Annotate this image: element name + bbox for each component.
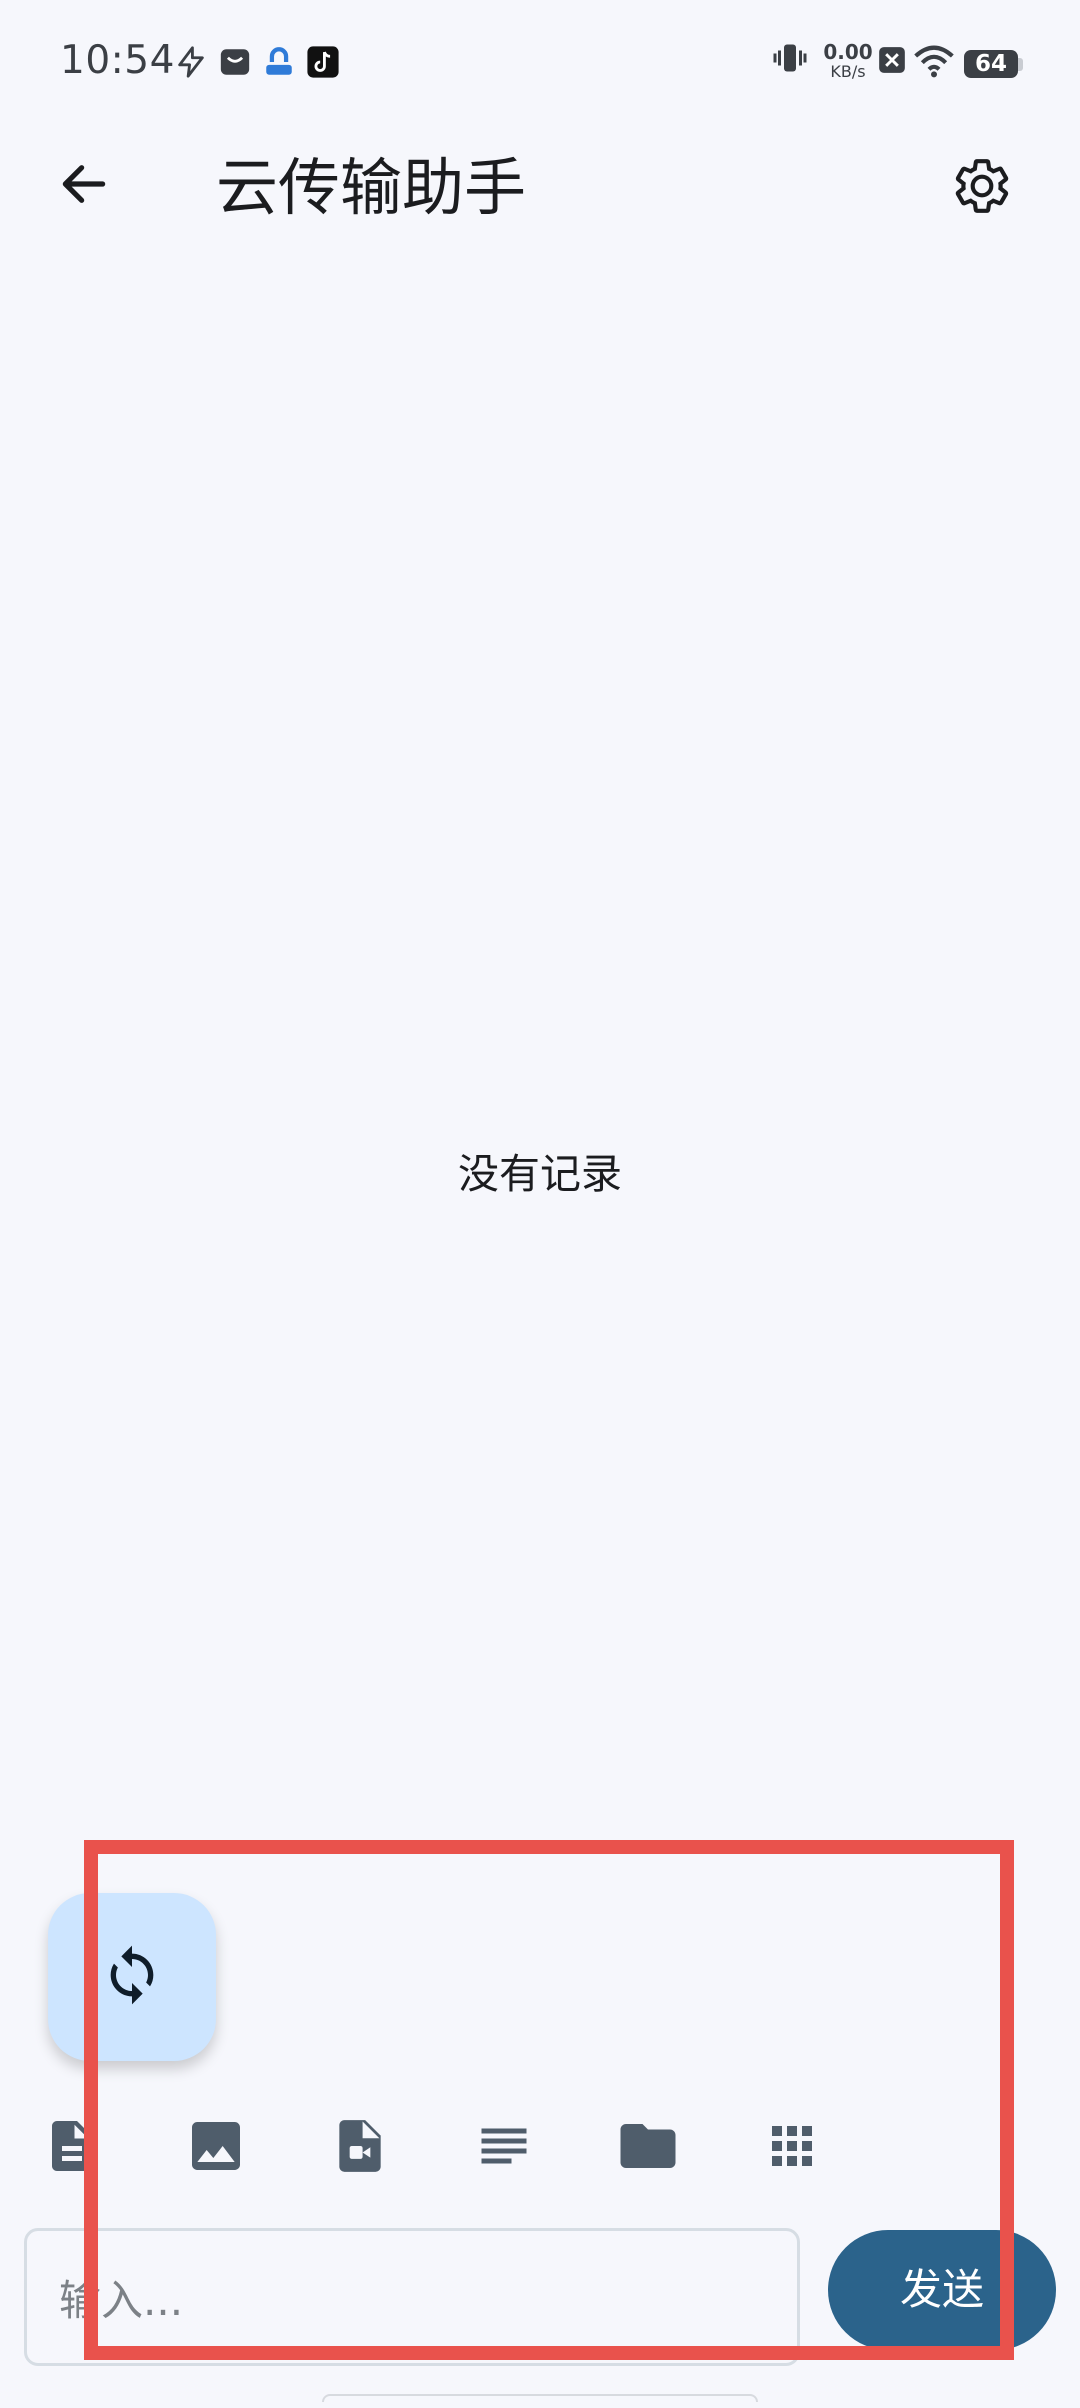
gear-icon [951,155,1013,221]
app-badge-icon [262,45,296,83]
net-speed-unit: KB/s [830,62,866,81]
image-icon [184,2114,248,2182]
image-button[interactable] [180,2112,252,2184]
document-icon [42,2116,102,2180]
message-input-box[interactable] [24,2228,800,2366]
settings-button[interactable] [946,152,1018,224]
arrow-back-icon [56,156,112,216]
page-title: 云传输助手 [216,151,527,224]
battery-level: 64 [974,51,1007,77]
screen: 10:54 0.00 KB/s 64 云传输助手 没有记录 输入... 发送 [0,0,1080,2408]
tiktok-icon [306,45,340,83]
net-speed-value: 0.00 [823,40,873,64]
battery-cap [1018,58,1023,71]
folder-icon [615,2113,681,2183]
no-sim-icon [878,46,906,78]
shopping-bag-icon [218,45,252,83]
document-button[interactable] [36,2112,108,2184]
vibrate-icon [772,40,808,80]
back-button[interactable] [48,150,120,222]
send-button[interactable]: 发送 [828,2230,1056,2350]
text-button[interactable] [468,2112,540,2184]
flash-icon [174,45,208,83]
folder-button[interactable] [612,2112,684,2184]
text-lines-icon [474,2116,534,2180]
video-file-button[interactable] [324,2112,396,2184]
home-indicator[interactable] [322,2394,758,2402]
sync-button[interactable] [48,1893,216,2061]
status-time: 10:54 [60,38,175,83]
message-input[interactable] [57,2261,771,2339]
battery-icon: 64 [964,50,1018,78]
apps-button[interactable] [756,2112,828,2184]
sync-icon [100,1943,164,2011]
video-file-icon [329,2115,391,2181]
wifi-icon [914,44,954,82]
status-bar: 10:54 0.00 KB/s 64 [0,0,1080,120]
net-speed: 0.00 KB/s [818,42,878,82]
empty-state-text: 没有记录 [458,1150,622,1198]
apps-grid-icon [762,2116,822,2180]
